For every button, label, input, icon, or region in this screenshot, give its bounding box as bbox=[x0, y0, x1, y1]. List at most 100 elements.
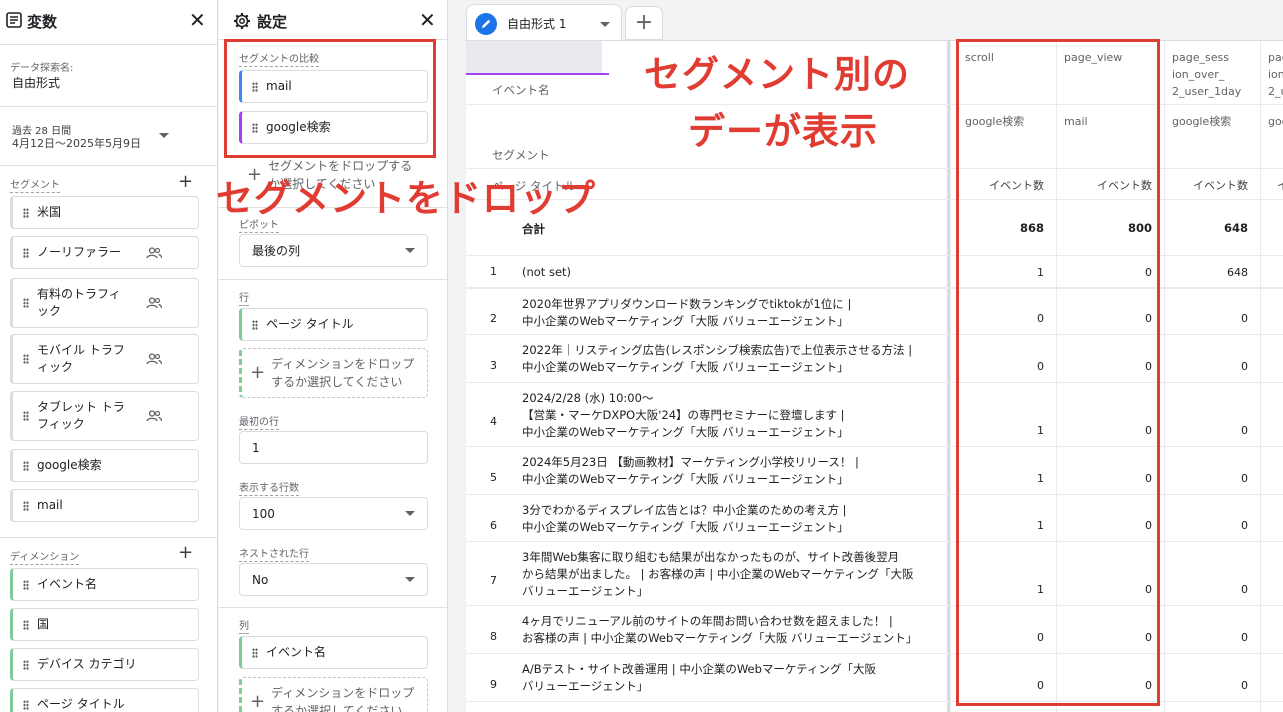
rows-shown-heading: 表示する行数 bbox=[239, 483, 299, 496]
segment-label: mail bbox=[37, 498, 63, 512]
title-line: 2024/2/28 (水) 10:00～ bbox=[522, 391, 654, 405]
header-line bbox=[466, 104, 1283, 105]
row-value: 1 bbox=[1037, 519, 1044, 532]
title-line: 【営業・マーケDXPO大阪'24】の専門セミナーに登壇します | bbox=[522, 408, 845, 422]
row-drop-zone[interactable]: + ディメンションをドロップするか選択してください bbox=[239, 348, 428, 398]
segment-item[interactable]: モバイル トラフィック bbox=[10, 334, 199, 384]
column-drop-zone[interactable]: + ディメンションをドロップするか選択してください bbox=[239, 677, 428, 712]
segment-drop-zone[interactable]: + セグメントをドロップするか選択してください bbox=[239, 156, 428, 194]
gear-icon bbox=[234, 13, 250, 29]
segment-item[interactable]: 米国 bbox=[10, 196, 199, 229]
segment-item[interactable]: ノーリファラー bbox=[10, 236, 199, 269]
drag-handle-icon[interactable] bbox=[23, 460, 29, 471]
row-number: 8 bbox=[490, 630, 497, 643]
row-header-page: ページ タイトル bbox=[492, 179, 576, 193]
row-value: 0 bbox=[1145, 631, 1152, 644]
first-row-input[interactable]: 1 bbox=[239, 431, 428, 464]
row-line bbox=[466, 446, 1283, 447]
segment-item[interactable]: 有料のトラフィック bbox=[10, 278, 199, 328]
rows-shown-select[interactable]: 100 bbox=[239, 497, 428, 530]
frozen-divider bbox=[947, 41, 950, 712]
row-dimension-chip[interactable]: ページ タイトル bbox=[239, 308, 428, 341]
row-value: 0 bbox=[1241, 360, 1248, 373]
segment-label: ノーリファラー bbox=[37, 245, 122, 259]
pivot-select[interactable]: 最後の列 bbox=[239, 234, 428, 267]
drag-handle-icon[interactable] bbox=[23, 500, 29, 511]
drag-handle-icon[interactable] bbox=[23, 298, 29, 308]
row-value: 0 bbox=[1241, 631, 1248, 644]
row-number: 3 bbox=[490, 359, 497, 372]
drag-handle-icon[interactable] bbox=[252, 647, 258, 658]
title-line: 中小企業のWebマーケティング「大阪 バリューエージェント」 bbox=[522, 472, 849, 486]
date-dropdown-icon[interactable] bbox=[159, 133, 169, 138]
row-number: 9 bbox=[490, 678, 497, 691]
column-total: 648 bbox=[1223, 221, 1248, 235]
title-line: バリューエージェント」 bbox=[522, 679, 649, 693]
row-value: 0 bbox=[1145, 424, 1152, 437]
segment-item[interactable]: google検索 bbox=[10, 449, 199, 482]
plus-icon: + bbox=[250, 362, 266, 383]
add-segment-icon[interactable]: + bbox=[178, 173, 193, 191]
header-line bbox=[466, 168, 1283, 169]
column-event-line: page_sess bbox=[1172, 51, 1229, 64]
column-divider bbox=[1056, 41, 1057, 712]
row-page-title: 2024/2/28 (水) 10:00～ 【営業・マーケDXPO大阪'24】の専門… bbox=[522, 390, 942, 441]
compare-segment-chip[interactable]: google検索 bbox=[239, 111, 428, 144]
column-segment-name: google検索 bbox=[1172, 115, 1232, 128]
column-divider bbox=[1164, 41, 1165, 712]
rows-heading: 行 bbox=[239, 293, 249, 306]
drag-handle-icon[interactable] bbox=[252, 81, 258, 92]
drag-handle-icon[interactable] bbox=[23, 579, 29, 590]
dimension-item[interactable]: ページ タイトル bbox=[10, 688, 199, 712]
column-event-line: 2_user_1day bbox=[1172, 85, 1242, 98]
total-label: 合計 bbox=[522, 222, 545, 236]
drag-handle-icon[interactable] bbox=[23, 411, 29, 421]
column-event-name: page_view bbox=[1064, 49, 1168, 66]
drag-handle-icon[interactable] bbox=[23, 699, 29, 710]
segment-item[interactable]: mail bbox=[10, 489, 199, 522]
drag-handle-icon[interactable] bbox=[23, 207, 29, 218]
dimension-item[interactable]: 国 bbox=[10, 608, 199, 641]
row-line bbox=[466, 541, 1283, 542]
column-metric-name: イ bbox=[1277, 179, 1283, 192]
title-line: A/Bテスト・サイト改善運用 | 中小企業のWebマーケティング「大阪 bbox=[522, 662, 876, 676]
dimension-item[interactable]: イベント名 bbox=[10, 568, 199, 601]
row-line bbox=[466, 382, 1283, 383]
drag-handle-icon[interactable] bbox=[23, 619, 29, 630]
drag-handle-icon[interactable] bbox=[23, 247, 29, 258]
column-dimension-chip[interactable]: イベント名 bbox=[239, 636, 428, 669]
column-event-line: page bbox=[1268, 51, 1283, 64]
add-dimension-icon[interactable]: + bbox=[178, 544, 193, 562]
data-table: イベント名 セグメント ページ タイトル scroll google検索 イベント数 868… bbox=[466, 40, 1283, 712]
row-value: 0 bbox=[1145, 519, 1152, 532]
column-segment-name: goog bbox=[1268, 115, 1283, 128]
segment-label: google検索 bbox=[37, 458, 102, 472]
drag-handle-icon[interactable] bbox=[23, 659, 29, 670]
close-icon[interactable]: ✕ bbox=[189, 10, 206, 30]
drag-handle-icon[interactable] bbox=[252, 319, 258, 330]
row-value: 0 bbox=[1241, 679, 1248, 692]
date-range-value[interactable]: 4月12日～2025年5月9日 bbox=[12, 135, 141, 151]
row-value: 1 bbox=[1037, 266, 1044, 279]
tab-menu-icon[interactable] bbox=[600, 22, 610, 27]
row-number: 5 bbox=[490, 471, 497, 484]
row-header-segment: セグメント bbox=[492, 148, 550, 162]
compare-segment-label: google検索 bbox=[266, 120, 331, 134]
tab-freeform-1[interactable]: 自由形式 1 bbox=[466, 4, 622, 42]
nested-rows-select[interactable]: No bbox=[239, 563, 428, 596]
user-segment-icon bbox=[146, 246, 162, 258]
exploration-name-input[interactable]: 自由形式 bbox=[12, 74, 60, 91]
row-value: 1 bbox=[1037, 472, 1044, 485]
segment-item[interactable]: タブレット トラフィック bbox=[10, 391, 199, 441]
title-line: から結果が出ました。 | お客様の声 | 中小企業のWebマーケティング「大阪 bbox=[522, 567, 914, 581]
user-segment-icon bbox=[146, 410, 162, 422]
drag-handle-icon[interactable] bbox=[252, 122, 258, 133]
drag-handle-icon[interactable] bbox=[23, 354, 29, 364]
columns-heading: 列 bbox=[239, 621, 249, 634]
close-settings-icon[interactable]: ✕ bbox=[419, 10, 436, 30]
compare-segment-chip[interactable]: mail bbox=[239, 70, 428, 103]
dimension-item[interactable]: デバイス カテゴリ bbox=[10, 648, 199, 681]
add-tab-button[interactable]: + bbox=[625, 6, 663, 40]
row-page-title: 2022年｜リスティング広告(レスポンシブ検索広告)で上位表示させる方法 | 中小… bbox=[522, 342, 942, 376]
title-line: 3年間Web集客に取り組むも結果が出なかったものが、サイト改善後翌月 bbox=[522, 550, 900, 564]
